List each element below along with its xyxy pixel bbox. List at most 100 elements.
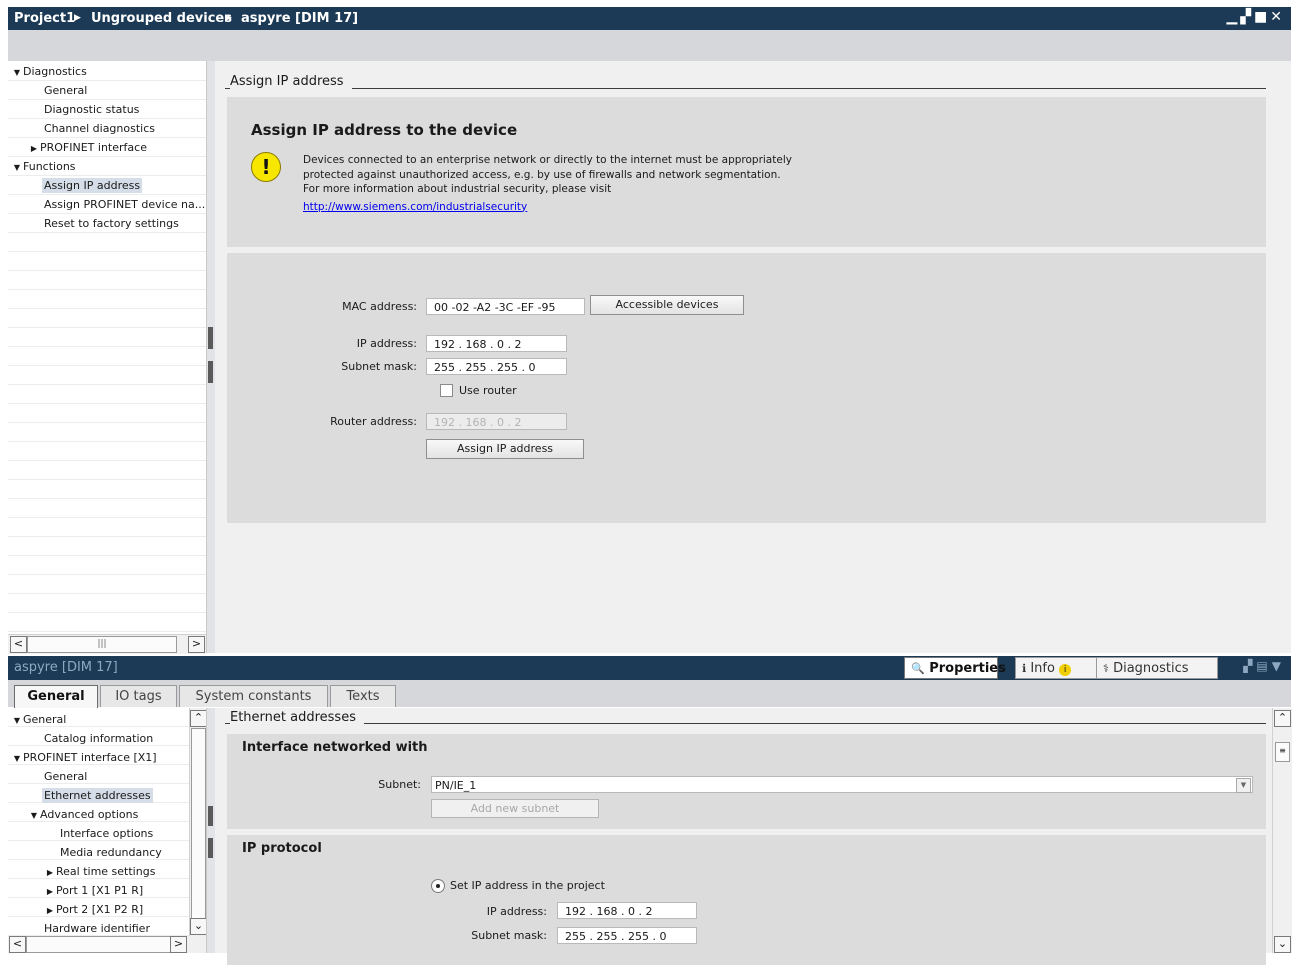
expand-right-icon[interactable] [208,838,213,858]
ip-address-field[interactable]: 192 . 168 . 0 . 2 [557,902,697,919]
tree-item-port-1[interactable]: ▶ Port 1 [X1 P1 R] [44,881,143,900]
subnet-mask-field[interactable]: 255 . 255 . 255 . 0 [557,927,697,944]
tree-item-reset-factory-settings[interactable]: Reset to factory settings [44,214,179,233]
tree-item-general[interactable]: ▼ General [11,710,66,729]
tree-horizontal-scrollbar[interactable]: < > [8,936,206,953]
notice-line: For more information about industrial se… [303,183,612,195]
scroll-thumb[interactable]: ||| [27,636,177,653]
ip-address-field[interactable]: 192 . 168 . 0 . 2 [426,335,567,352]
tree-item-channel-diagnostics[interactable]: Channel diagnostics [44,119,155,138]
collapsed-arrow-icon[interactable]: ▶ [28,139,40,158]
tree-horizontal-scrollbar[interactable]: < ||| > [8,634,206,654]
tree-item-label: PROFINET interface [40,141,147,154]
tree-item-functions[interactable]: ▼ Functions [11,157,76,176]
interface-networked-panel: Interface networked with Subnet: PN/IE_1… [227,734,1266,829]
scroll-up-icon[interactable]: ⌃ [1274,710,1291,727]
tab-texts[interactable]: Texts [330,685,396,707]
breadcrumb-ungrouped-devices[interactable]: Ungrouped devices [91,11,232,26]
breadcrumb-device[interactable]: aspyre [DIM 17] [241,11,358,26]
tree-item-port-2[interactable]: ▶ Port 2 [X1 P2 R] [44,900,143,919]
add-new-subnet-button[interactable]: Add new subnet [431,799,599,818]
scroll-thumb[interactable] [26,936,176,953]
scroll-left-icon[interactable]: < [9,936,26,953]
collapsed-arrow-icon[interactable]: ▶ [44,901,56,920]
tab-general[interactable]: General [14,685,98,708]
tree-item-profinet-interface[interactable]: ▼ PROFINET interface [X1] [11,748,157,767]
set-ip-in-project-radio[interactable] [431,879,445,893]
scroll-thumb[interactable] [191,728,206,920]
properties-tree: ▼ General Catalog information ▼ PROFINET i… [8,708,189,936]
tree-item-general-sub[interactable]: General [44,767,87,786]
expand-right-icon[interactable] [208,361,213,383]
info-icon: ℹ [1022,662,1027,675]
tab-info[interactable]: ℹ Info i [1015,657,1097,679]
tree-item-diagnostic-status[interactable]: Diagnostic status [44,100,139,119]
dropdown-arrow-icon[interactable]: ▼ [1236,778,1251,793]
minimize-icon[interactable]: ▁ [1226,9,1240,25]
scroll-up-icon[interactable]: ⌃ [190,710,207,727]
diagnostics-icon: ⚕ [1103,662,1109,675]
subnet-mask-field[interactable]: 255 . 255 . 255 . 0 [426,358,567,375]
section-title: Ethernet addresses [230,710,364,725]
expanded-arrow-icon[interactable]: ▼ [11,158,23,177]
breadcrumb-project[interactable]: Project1 [14,11,75,26]
tree-item-label: Catalog information [44,732,154,745]
maximize-icon[interactable]: ■ [1254,9,1270,25]
tree-item-profinet-interface[interactable]: ▶ PROFINET interface [28,138,147,157]
tab-properties[interactable]: 🔍 Properties [904,657,1006,679]
accessible-devices-button[interactable]: Accessible devices [590,295,744,315]
scroll-thumb[interactable]: ≡ [1275,742,1290,762]
tab-label: Properties [929,661,1006,676]
collapsed-arrow-icon[interactable]: ▶ [44,863,56,882]
expanded-arrow-icon[interactable]: ▼ [11,63,23,82]
router-address-field[interactable]: 192 . 168 . 0 . 2 [426,413,567,430]
scroll-down-icon[interactable]: ⌄ [190,918,207,935]
collapse-left-icon[interactable] [208,806,213,826]
tree-item-advanced-options[interactable]: ▼ Advanced options [28,805,138,824]
tab-system-constants[interactable]: System constants [179,685,328,707]
expanded-arrow-icon[interactable]: ▼ [28,806,40,825]
tree-item-interface-options[interactable]: Interface options [60,824,153,843]
restore-icon[interactable]: ▞ [1240,9,1254,25]
collapsed-arrow-icon[interactable]: ▶ [44,882,56,901]
expanded-arrow-icon[interactable]: ▼ [11,711,23,730]
tree-item-label: PROFINET interface [X1] [23,751,157,764]
tab-diagnostics[interactable]: ⚕ Diagnostics [1096,657,1218,679]
scroll-right-icon[interactable]: > [188,636,205,653]
assign-ip-form-panel: MAC address: 00 -02 -A2 -3C -EF -95 Acce… [227,253,1266,523]
tree-item-media-redundancy[interactable]: Media redundancy [60,843,162,862]
content-vertical-scrollbar[interactable]: ⌃ ≡ ⌄ [1272,708,1292,953]
industrial-security-link[interactable]: http://www.siemens.com/industrialsecurit… [303,200,792,215]
section-divider [225,723,1266,724]
tree-item-general[interactable]: General [44,81,87,100]
tree-item-catalog-information[interactable]: Catalog information [44,729,153,748]
tree-vertical-scrollbar[interactable]: ⌃ ⌄ [189,708,207,936]
expanded-arrow-icon[interactable]: ▼ [11,749,23,768]
mac-address-field[interactable]: 00 -02 -A2 -3C -EF -95 [426,298,585,315]
section-title: Assign IP address [230,74,352,89]
mac-address-label: MAC address: [342,300,417,313]
close-icon[interactable]: ✕ [1270,9,1285,25]
tree-item-diagnostics[interactable]: ▼ Diagnostics [11,62,87,81]
tree-item-label: Assign IP address [42,178,143,193]
tree-item-assign-ip-address[interactable]: Assign IP address [42,176,143,195]
panel-options-icon[interactable]: ▞▤▼ [1243,659,1285,673]
tree-item-assign-profinet-device-name[interactable]: Assign PROFINET device na... [44,195,205,214]
scroll-right-icon[interactable]: > [170,936,187,953]
tree-item-label: Port 2 [X1 P2 R] [56,903,144,916]
use-router-checkbox[interactable] [440,384,453,397]
tree-item-label: Reset to factory settings [44,217,179,230]
tab-io-tags[interactable]: IO tags [100,685,177,707]
subnet-mask-label: Subnet mask: [341,360,417,373]
assign-ip-address-button[interactable]: Assign IP address [426,439,584,459]
scroll-down-icon[interactable]: ⌄ [1274,936,1291,953]
tree-item-real-time-settings[interactable]: ▶ Real time settings [44,862,156,882]
tree-item-ethernet-addresses[interactable]: Ethernet addresses [42,786,153,805]
tree-item-label: Interface options [60,827,154,840]
subnet-select[interactable]: PN/IE_1 ▼ [431,776,1253,793]
tree-item-label: General [44,770,88,783]
property-tabs: General IO tags System constants Texts [8,680,1291,708]
collapse-left-icon[interactable] [208,327,213,349]
scroll-left-icon[interactable]: < [10,636,27,653]
tree-item-label: Port 1 [X1 P1 R] [56,884,144,897]
